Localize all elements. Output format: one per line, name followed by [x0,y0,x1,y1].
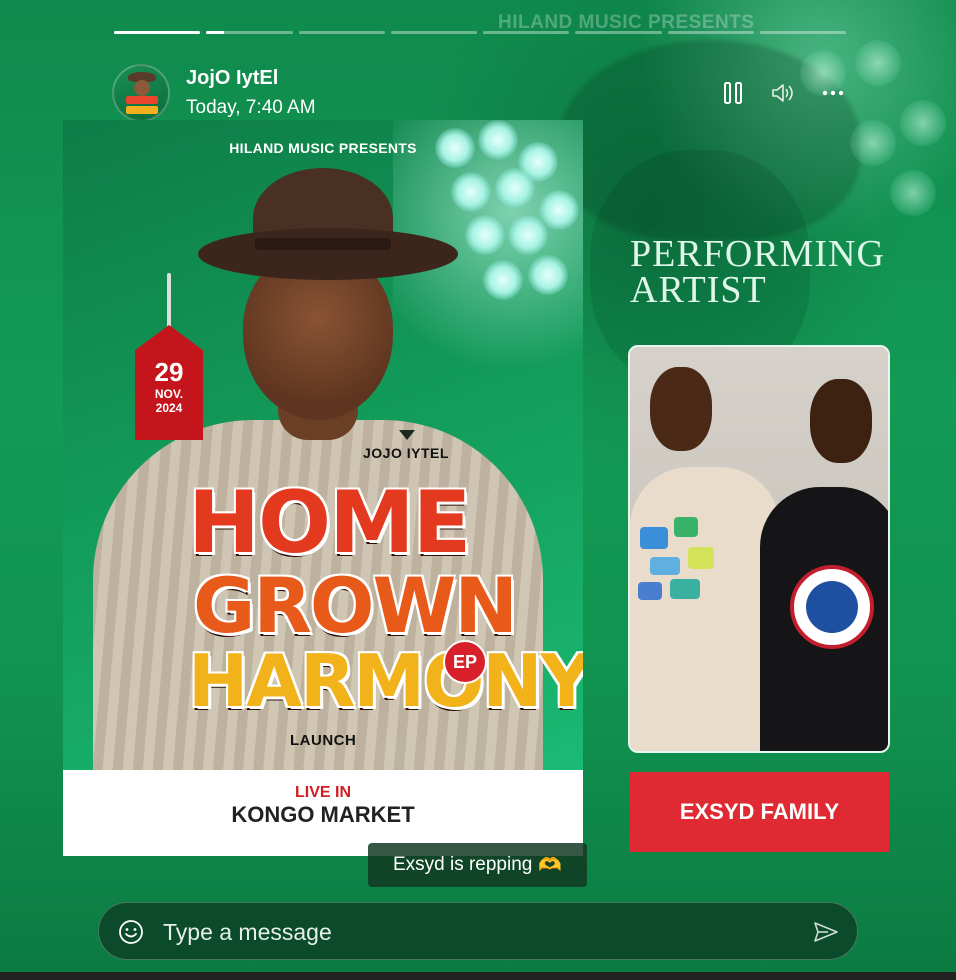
caption-text: Exsyd is repping [392,854,533,875]
title-line-3: HARMONY [188,639,583,723]
stage-light [451,172,491,212]
performer-1-body [630,467,780,751]
emoji-button[interactable] [117,918,145,946]
artist-pointer-icon [399,430,415,440]
status-viewer: HILAND MUSIC PRESENTS JojO IytEl Today, … [0,0,956,980]
artist-name: JOJO IYTEL [363,445,449,461]
title-line-2: GROWN [193,561,518,650]
avatar-title-strip [126,96,158,104]
tag-day: 29 [154,357,184,387]
live-in-label: LIVE IN [294,784,351,801]
date-tag: 29 NOV. 2024 [135,273,203,440]
group-name-banner: EXSYD FAMILY [630,772,889,852]
smiley-icon [119,920,143,944]
event-poster: HILAND MUSIC PRESENTS 29 NOV. 2024 JOJO … [63,120,583,856]
send-icon [814,922,838,942]
stage-light [483,260,523,300]
stage-light [465,215,505,255]
pause-icon [724,82,742,104]
volume-button[interactable] [770,80,796,106]
background-light [900,100,946,146]
title-line-1: HOME [188,473,471,573]
progress-segment [390,31,477,34]
launch-subtitle: LAUNCH [290,732,357,749]
shirt-patch [638,582,662,600]
avatar[interactable] [112,64,170,122]
status-progress-bar [114,31,846,35]
status-caption: Exsyd is repping 🫶 [368,843,587,887]
performing-artist-heading: PERFORMING ARTIST [630,233,885,311]
ep-badge: EP [443,640,487,684]
poster-presenter-text: HILAND MUSIC PRESENTS [229,140,417,156]
progress-segment [483,31,570,34]
progress-segment [667,31,754,34]
progress-segment [114,31,201,34]
progress-segment-fill [206,31,224,34]
artist-hat-band [255,238,391,250]
progress-segment-fill [114,31,201,34]
tag-string [167,273,171,333]
jersey-logo-center [806,581,858,633]
avatar-face-shape [134,80,150,96]
shirt-patch [640,527,668,549]
progress-segment [298,31,385,34]
more-options-button[interactable] [820,80,846,106]
tag-year: 2024 [155,401,183,415]
performers-photo [628,345,890,753]
status-timestamp: Today, 7:40 AM [186,97,316,118]
heading-line-2: ARTIST [630,269,767,311]
shirt-patch [674,517,698,537]
heart-hands-icon: 🫶 [538,855,563,876]
background-light [890,170,936,216]
sender-name[interactable]: JojO IytEl [186,67,278,90]
tag-month: NOV. [154,387,184,401]
progress-segment [206,31,293,34]
performer-2-head [810,379,872,463]
stage-light [528,255,568,295]
avatar-title-strip [126,106,158,114]
progress-segment [759,31,846,34]
progress-segment [575,31,662,34]
shirt-patch [670,579,700,599]
heading-line-1: PERFORMING [630,233,885,275]
send-button[interactable] [811,917,841,947]
volume-icon [772,84,793,102]
reply-composer [98,902,858,960]
message-input[interactable] [161,913,785,951]
pause-button[interactable] [720,80,746,106]
shirt-patch [650,557,680,575]
shirt-patch [688,547,714,569]
background-light [855,40,901,86]
stage-light [495,168,535,208]
venue-name: KONGO MARKET [231,802,415,827]
window-bottom-edge [0,972,956,980]
performer-1-head [650,367,712,451]
artist-hat-brim [198,228,458,280]
more-horizontal-icon [822,90,844,96]
background-light [850,120,896,166]
stage-light [508,215,548,255]
